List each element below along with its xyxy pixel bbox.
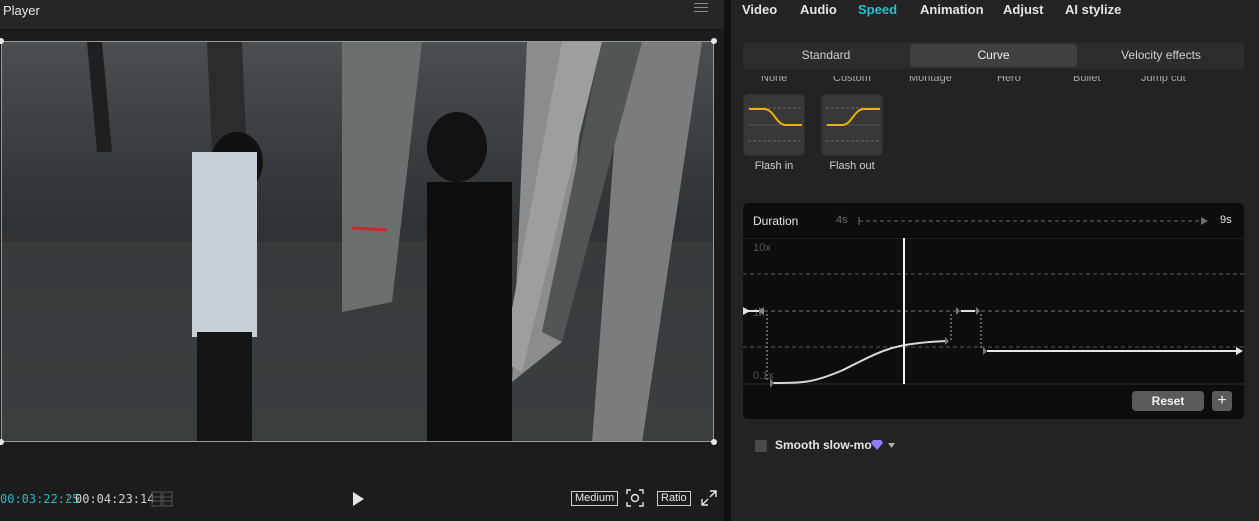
duration-slider[interactable]: [858, 217, 1208, 225]
inspector-panel: Video Audio Speed Animation Adjust AI st…: [731, 0, 1259, 521]
preset-flash-out-label: Flash out: [829, 160, 875, 172]
total-timecode: 00:04:23:14: [75, 492, 155, 506]
tab-adjust[interactable]: Adjust: [1003, 2, 1043, 17]
y-axis-max-label: 10x: [753, 242, 771, 254]
gem-icon: [871, 440, 883, 450]
preset-flash-in[interactable]: [743, 94, 805, 156]
crop-handle[interactable]: [711, 439, 717, 445]
smooth-slowmo-label: Smooth slow-mo: [775, 438, 872, 452]
duration-min: 4s: [836, 214, 848, 226]
add-keyframe-button[interactable]: +: [1212, 391, 1232, 411]
keyframe-handle[interactable]: [945, 337, 949, 345]
preset-label-cut: Hero: [997, 76, 1021, 84]
speed-mode-standard[interactable]: Standard: [745, 44, 907, 67]
player-panel: Player 00:03:22:25 / 00:04:23:14 Medium …: [0, 0, 724, 521]
player-title: Player: [3, 3, 40, 18]
inspector-tabs: Video Audio Speed Animation Adjust AI st…: [731, 0, 1259, 22]
keyframe-handle[interactable]: [976, 307, 980, 315]
chevron-down-icon[interactable]: [888, 443, 895, 448]
keyframe-handle[interactable]: [956, 307, 960, 315]
preset-label-cut: Bullet: [1073, 76, 1101, 84]
preset-flash-out[interactable]: [821, 94, 883, 156]
tab-video[interactable]: Video: [742, 2, 777, 17]
preset-label-cut: Custom: [833, 76, 871, 84]
crop-handle[interactable]: [0, 439, 4, 445]
grid-icon[interactable]: [151, 491, 173, 507]
tab-ai-stylize[interactable]: AI stylize: [1065, 2, 1121, 17]
speed-mode-curve[interactable]: Curve: [910, 44, 1077, 67]
player-header: Player: [0, 0, 724, 30]
flash-out-curve-icon: [826, 107, 880, 142]
quality-button[interactable]: Medium: [571, 491, 619, 506]
speed-mode-switcher: Standard Curve Velocity effects: [743, 42, 1244, 69]
reset-button[interactable]: Reset: [1132, 391, 1204, 411]
speed-mode-velocity-effects[interactable]: Velocity effects: [1080, 44, 1242, 67]
duration-max: 9s: [1220, 214, 1232, 226]
timecode-separator: /: [66, 492, 70, 506]
preset-label-cut: Montage: [909, 76, 952, 84]
tab-speed[interactable]: Speed: [858, 2, 897, 17]
flash-in-curve-icon: [748, 107, 802, 142]
keyframe-handle[interactable]: [983, 347, 987, 355]
preset-label-cut: None: [761, 76, 788, 84]
panel-divider[interactable]: [724, 0, 731, 521]
speed-curve-graph[interactable]: 10x 1x 0.1x: [743, 238, 1244, 388]
video-preview[interactable]: [1, 41, 714, 442]
fullscreen-icon[interactable]: [701, 490, 717, 506]
menu-icon[interactable]: [694, 3, 708, 15]
curve-editor: Duration 4s 9s 10x 1x 0.1x Reset +: [743, 203, 1244, 419]
play-icon[interactable]: [350, 490, 366, 508]
tab-animation[interactable]: Animation: [920, 2, 984, 17]
preset-label-cut: Jump cut: [1141, 76, 1186, 84]
screenshot-icon[interactable]: [626, 489, 644, 507]
preset-flash-in-label: Flash in: [754, 160, 794, 172]
crop-handle[interactable]: [711, 38, 717, 44]
tab-audio[interactable]: Audio: [800, 2, 837, 17]
smooth-slowmo-checkbox[interactable]: [755, 440, 767, 452]
duration-label: Duration: [753, 214, 799, 228]
ratio-button[interactable]: Ratio: [657, 491, 691, 506]
